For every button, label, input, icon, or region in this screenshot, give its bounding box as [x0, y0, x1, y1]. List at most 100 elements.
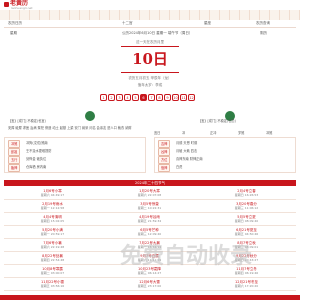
info-key: 胎神	[8, 164, 21, 172]
solar-term-time: 星期五 04:50:46	[234, 232, 259, 236]
day-dot[interactable]: 4	[124, 94, 131, 101]
info-value: 仓库栖 房内南	[26, 165, 47, 169]
solar-term-time: 星期三 06:14:27	[137, 271, 162, 275]
info-value: 壬不汲水更难提防	[26, 149, 52, 153]
nav-right[interactable]: 星座	[204, 20, 211, 27]
solar-term-item[interactable]: 7月6号小暑 星期六 22:19:48	[4, 241, 101, 249]
solar-term-item[interactable]: 4月4号清明 星期四 15:02:05	[4, 215, 101, 223]
solar-term-time: 星期日 16:26:53	[234, 193, 259, 197]
solar-term-time: 星期四 15:02:05	[40, 219, 65, 223]
solar-term-item[interactable]: 12月21号冬至 星期六 17:20:20	[198, 280, 295, 288]
solar-term-item[interactable]: 2月19号雨水 星期一 12:12:58	[4, 202, 101, 210]
right-col-label: 岁煞	[238, 131, 245, 135]
solar-term-time: 星期五 03:56:16	[40, 284, 65, 288]
list-row: 11月22号小雪 星期五 03:56:16 12月6号大雪 星期五 23:17:00 1…	[4, 278, 296, 291]
solar-term-item[interactable]: 11月22号小雪 星期五 03:56:16	[4, 280, 101, 288]
day-dot[interactable]: 10	[172, 94, 179, 101]
list-row: 1月6号小寒 星期六 04:49:17 1月20号大寒 星期六 22:07:08 2月4…	[4, 187, 296, 200]
nav-bar: 农历日历 十二宫 星座 农历查询	[4, 20, 296, 28]
solar-term-time: 星期五 21:59:34	[137, 219, 162, 223]
tip-text: 这一天在农历月里	[136, 40, 164, 44]
solar-term-time: 星期三 11:06:12	[234, 206, 259, 210]
list-row: 2月19号雨水 星期一 12:12:58 3月5号惊蛰 星期二 10:22:31 3月2…	[4, 200, 296, 213]
info-value: 喜神东南 财神正南	[176, 157, 203, 161]
date-left: 星期	[10, 31, 17, 35]
solar-term-time: 星期二 10:22:31	[137, 206, 162, 210]
day-dot[interactable]: 6	[140, 94, 147, 101]
solar-term-item[interactable]: 1月20号大寒 星期六 22:07:08	[101, 189, 198, 197]
right-col-label: 冲煞	[266, 131, 273, 135]
left-line: 【宜】[成门] 不稳定(也宜)	[8, 119, 46, 123]
solar-term-item[interactable]: 4月19号谷雨 星期五 21:59:34	[101, 215, 198, 223]
nav-left[interactable]: 农历日历	[8, 20, 22, 27]
taisui-line: 值年太岁：李成	[137, 83, 163, 87]
right-col-label: 宜日	[154, 131, 161, 135]
day-dot[interactable]: 7	[148, 94, 155, 101]
day-box: 10日	[121, 46, 179, 73]
info-value: 月破 大耗 四击	[176, 149, 198, 153]
solar-term-item[interactable]: 6月5号芒种 星期三 12:09:40	[101, 228, 198, 236]
page: 老黄历 laohuangli.net 农历日历 十二宫 星座 农历查询 星期 公…	[0, 0, 300, 300]
day-dot[interactable]: 9	[164, 94, 171, 101]
info-value: 白虎	[176, 165, 183, 169]
solar-terms-header: 2024年二十四节气	[4, 180, 296, 186]
info-key: 值神	[158, 164, 171, 172]
solar-term-item[interactable]: 5月20号小满 星期一 20:59:17	[4, 228, 101, 236]
solar-term-item[interactable]: 10月8号寒露 星期二 03:00:07	[4, 267, 101, 275]
info-key: 吉神	[158, 140, 171, 148]
solar-term-time: 星期六 04:49:17	[40, 193, 65, 197]
day-number: 10日	[132, 50, 168, 68]
solar-term-time: 星期一 20:59:17	[40, 232, 65, 236]
day-dot[interactable]: 1	[100, 94, 107, 101]
logo-icon[interactable]	[4, 2, 9, 7]
decorative-band	[0, 10, 300, 20]
solar-term-item[interactable]: 12月6号大雪 星期五 23:17:00	[101, 280, 198, 288]
solar-term-time: 星期四 22:54:48	[40, 258, 65, 262]
solar-term-item[interactable]: 2月4号立春 星期日 16:26:53	[198, 189, 295, 197]
nav-mid[interactable]: 十二宫	[122, 20, 133, 27]
left-desc: 安葬 破屋 求医 治病 祭祀 修造 动土 起基 上梁 安门 纳采 问名 会亲友 …	[8, 126, 132, 130]
day-dot[interactable]: 12	[188, 94, 195, 101]
solar-term-item[interactable]: 1月6号小寒 星期六 04:49:17	[4, 189, 101, 197]
info-value: 冲狗(戊戌)煞南	[26, 141, 48, 145]
right-col-label: 正冲	[210, 131, 217, 135]
lunar-line: 农历五月初五 甲辰年（龙）	[128, 76, 172, 80]
solar-term-time: 星期五 23:17:00	[137, 284, 162, 288]
solar-term-item[interactable]: 8月22号处暑 星期四 22:54:48	[4, 254, 101, 262]
day-dot[interactable]: 8	[156, 94, 163, 101]
info-key: 凶神	[158, 148, 171, 156]
info-key: 冲煞	[8, 140, 21, 148]
info-key: 方位	[158, 156, 171, 164]
solar-term-item[interactable]: 3月20号春分 星期三 11:06:12	[198, 202, 295, 210]
solar-term-time: 星期二 03:00:07	[40, 271, 65, 275]
info-value: 月德 天恩 时德	[176, 141, 198, 145]
nav-far[interactable]: 农历查询	[256, 20, 270, 27]
day-dot[interactable]: 5	[132, 94, 139, 101]
info-key: 五行	[8, 156, 21, 164]
date-right: 阴历	[260, 31, 267, 35]
date-center: 公历2024年6月10日 星期一 端午节（周日）	[122, 31, 193, 35]
day-dot[interactable]: 11	[180, 94, 187, 101]
date-header: 星期 公历2024年6月10日 星期一 端午节（周日） 阴历	[10, 31, 290, 37]
site-header: 老黄历 laohuangli.net	[0, 0, 300, 10]
solar-term-time: 星期六 22:07:08	[137, 193, 162, 197]
solar-term-time: 星期六 17:20:20	[234, 284, 259, 288]
solar-term-item[interactable]: 5月5号立夏 星期日 08:09:40	[198, 215, 295, 223]
solar-term-time: 星期一 12:12:58	[40, 206, 65, 210]
solar-term-item[interactable]: 6月21号夏至 星期五 04:50:46	[198, 228, 295, 236]
solar-term-time: 星期六 22:19:48	[40, 245, 65, 249]
solar-term-time: 星期日 08:09:40	[234, 219, 259, 223]
day-dot[interactable]: 2	[108, 94, 115, 101]
day-dot[interactable]: 3	[116, 94, 123, 101]
right-col-label: 冲	[182, 131, 186, 135]
info-key: 彭祖	[8, 148, 21, 156]
solar-term-item[interactable]: 3月5号惊蛰 星期二 10:22:31	[101, 202, 198, 210]
list-row: 4月4号清明 星期四 15:02:05 4月19号谷雨 星期五 21:59:34 5月5…	[4, 213, 296, 226]
watermark: 免费自动收录	[120, 244, 253, 269]
solar-term-time: 星期四 06:19:46	[234, 271, 259, 275]
info-value: 剑锋金 破执位	[26, 157, 47, 161]
yi-badge-icon	[85, 111, 95, 121]
solar-term-time: 星期三 12:09:40	[137, 232, 162, 236]
right-line: 【宜】[成门] 不稳定(也忌)	[198, 119, 236, 123]
footer-band	[0, 295, 300, 300]
